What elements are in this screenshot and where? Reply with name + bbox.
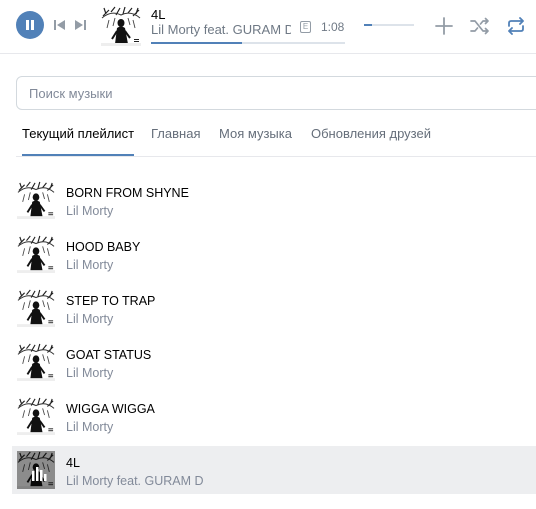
track-artist[interactable]: Lil Morty feat. GURAM D — [66, 474, 204, 488]
audio-tabs: Текущий плейлист Главная Моя музыка Обно… — [16, 120, 536, 156]
track-cover — [17, 181, 55, 219]
track-row-now-playing[interactable]: 4L Lil Morty feat. GURAM D — [12, 446, 536, 494]
volume-level — [364, 24, 372, 26]
track-title: GOAT STATUS — [66, 348, 152, 362]
volume-slider[interactable] — [364, 24, 414, 26]
audio-player-bar: 4L Lil Morty feat. GURAM D E 1:08 — [0, 0, 536, 52]
pause-button[interactable] — [16, 11, 44, 39]
music-search-input[interactable] — [16, 76, 536, 110]
skip-back-icon — [54, 20, 65, 30]
add-to-my-music-button[interactable] — [433, 15, 455, 37]
track-cover — [17, 397, 55, 435]
track-title: 4L — [66, 456, 80, 470]
track-artist[interactable]: Lil Morty — [66, 312, 113, 326]
explicit-badge: E — [300, 21, 311, 33]
now-playing-artist[interactable]: Lil Morty feat. GURAM D — [151, 22, 291, 37]
track-row[interactable]: WIGGA WIGGA Lil Morty — [12, 392, 536, 440]
tabs-divider — [16, 156, 536, 157]
track-cover — [17, 343, 55, 381]
track-row[interactable]: HOOD BABY Lil Morty — [12, 230, 536, 278]
track-title: BORN FROM SHYNE — [66, 186, 189, 200]
tab-main[interactable]: Главная — [151, 120, 200, 156]
equalizer-icon — [32, 467, 47, 481]
track-title: STEP TO TRAP — [66, 294, 156, 308]
playback-progress-fill — [151, 42, 243, 44]
plus-icon — [435, 17, 453, 35]
repeat-icon — [508, 17, 524, 35]
shuffle-icon — [470, 17, 489, 35]
track-row[interactable]: STEP TO TRAP Lil Morty — [12, 284, 536, 332]
skip-forward-icon — [75, 20, 86, 30]
player-divider — [0, 53, 536, 54]
track-title: WIGGA WIGGA — [66, 402, 155, 416]
track-title: HOOD BABY — [66, 240, 141, 254]
track-artist[interactable]: Lil Morty — [66, 366, 113, 380]
previous-track-button[interactable] — [53, 19, 67, 31]
tab-friends-updates[interactable]: Обновления друзей — [311, 120, 431, 156]
shuffle-button[interactable] — [469, 15, 491, 37]
now-playing-cover — [101, 6, 141, 46]
tab-my-music[interactable]: Моя музыка — [219, 120, 292, 156]
next-track-button[interactable] — [73, 19, 87, 31]
now-playing-title[interactable]: 4L — [151, 7, 165, 22]
tab-current-playlist[interactable]: Текущий плейлист — [22, 120, 135, 156]
track-cover — [17, 235, 55, 273]
pause-icon — [26, 20, 34, 30]
track-artist[interactable]: Lil Morty — [66, 258, 113, 272]
track-artist[interactable]: Lil Morty — [66, 204, 113, 218]
repeat-button[interactable] — [505, 15, 527, 37]
playback-progress-bar[interactable] — [151, 42, 345, 44]
track-row[interactable]: BORN FROM SHYNE Lil Morty — [12, 176, 536, 224]
track-duration[interactable]: 1:08 — [321, 20, 344, 34]
track-artist[interactable]: Lil Morty — [66, 420, 113, 434]
track-cover — [17, 289, 55, 327]
track-row[interactable]: GOAT STATUS Lil Morty — [12, 338, 536, 386]
